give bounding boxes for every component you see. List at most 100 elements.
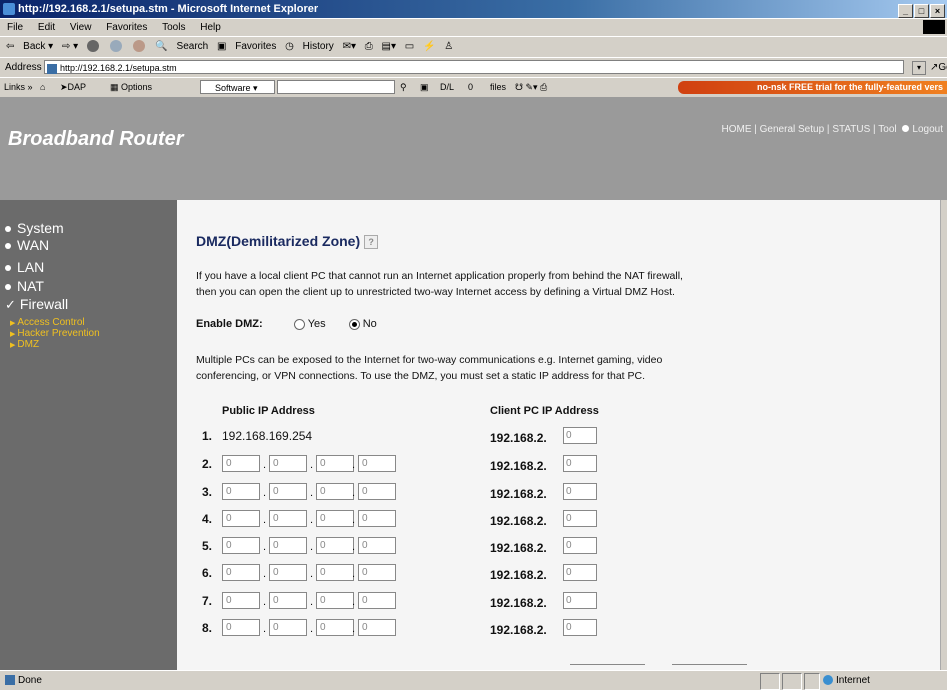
dap-button[interactable]: ➤DAP [60,78,86,97]
discuss-icon[interactable]: ▭ [405,41,414,52]
menu-edit[interactable]: Edit [38,22,55,33]
client-ip-input[interactable]: 0 [563,427,597,444]
nav-general-setup[interactable]: General Setup [760,124,825,135]
octet-separator: . [263,623,267,635]
nav-status[interactable]: STATUS [832,124,870,135]
home-icon[interactable] [132,40,145,53]
sidebar-item-system[interactable]: System [5,220,64,236]
public-ip-octet-input[interactable]: 0 [358,455,396,472]
sidebar-item-firewall[interactable]: ✓ Firewall [5,296,68,313]
nav-home[interactable]: HOME [722,124,752,135]
public-ip-octet-input[interactable]: 0 [358,592,396,609]
client-ip-input[interactable]: 0 [563,619,597,636]
menu-view[interactable]: View [70,22,92,33]
close-button[interactable]: × [930,4,945,18]
enable-dmz-label: Enable DMZ: [196,318,263,330]
bullet-icon [5,243,11,250]
menu-help[interactable]: Help [200,22,221,33]
public-ip-octet-input[interactable]: 0 [269,592,307,609]
public-ip-octet-input[interactable]: 0 [358,619,396,636]
public-ip-octet-input[interactable]: 0 [316,619,354,636]
refresh-icon[interactable] [109,40,122,53]
public-ip-octet-input[interactable]: 0 [222,510,260,527]
search-button[interactable]: 🔍 Search [155,41,208,52]
public-ip-octet-input[interactable]: 0 [269,483,307,500]
enable-no-option[interactable]: No [345,318,377,330]
nav-tool[interactable]: Tool [878,124,896,135]
search-icon[interactable]: ⚲ [400,78,407,97]
public-ip-octet-input[interactable]: 0 [316,537,354,554]
sidebar-item-nat[interactable]: NAT [5,278,44,294]
help-icon[interactable]: ? [364,235,379,250]
no-radio[interactable] [348,318,360,330]
favorites-button[interactable]: ▣ Favorites [217,41,276,52]
stop-icon[interactable] [86,40,99,53]
sidebar: System WAN LAN NAT ✓ Firewall ▶ Access Con… [0,200,177,670]
sidebar-label: LAN [17,259,45,275]
history-button[interactable]: ◷ History [285,41,334,52]
sidebar-item-lan[interactable]: LAN [5,259,44,275]
print-icon[interactable]: ⎙ [365,41,373,52]
client-ip-input[interactable]: 0 [563,537,597,554]
promo-banner[interactable]: no-nsk FREE trial for the fully-featured… [678,81,947,94]
client-ip-prefix: 192.168.2. [490,623,547,637]
menu-file[interactable]: File [7,22,23,33]
public-ip-octet-input[interactable]: 0 [358,483,396,500]
public-ip-octet-input[interactable]: 0 [316,564,354,581]
public-ip-octet-input[interactable]: 0 [316,455,354,472]
sidebar-label: System [17,220,64,236]
public-ip-octet-input[interactable]: 0 [222,455,260,472]
client-ip-input[interactable]: 0 [563,510,597,527]
sidebar-sub-access-control[interactable]: ▶ Access Control [10,317,85,328]
public-ip-octet-input[interactable]: 0 [316,483,354,500]
client-ip-input[interactable]: 0 [563,592,597,609]
client-ip-input[interactable]: 0 [563,455,597,472]
client-ip-input[interactable]: 0 [563,564,597,581]
public-ip-octet-input[interactable]: 0 [358,564,396,581]
maximize-button[interactable]: □ [914,4,929,18]
public-ip-octet-input[interactable]: 0 [269,619,307,636]
options-button[interactable]: ▦ Options [110,78,152,97]
dap-search-input[interactable] [277,80,395,94]
dap-icon[interactable]: ▣ [420,78,429,97]
sidebar-sub-hacker-prevention[interactable]: ▶ Hacker Prevention [10,328,100,339]
client-ip-input[interactable]: 0 [563,483,597,500]
go-button[interactable]: ↗Go [930,58,947,77]
address-input[interactable]: http://192.168.2.1/setupa.stm [44,60,904,74]
mail-icon[interactable]: ✉▾ [343,41,356,52]
yes-radio[interactable] [293,318,305,330]
public-ip-octet-input[interactable]: 0 [269,455,307,472]
public-ip-octet-input[interactable]: 0 [222,483,260,500]
tools-icon[interactable]: ☋ ✎▾ ⎙ [515,78,547,97]
messenger-icon[interactable]: ⚡ [423,41,435,52]
software-select[interactable]: Software ▾ [200,80,275,94]
menu-favorites[interactable]: Favorites [106,22,147,33]
scrollbar[interactable] [940,200,947,670]
links-label[interactable]: Links » [4,78,33,97]
public-ip-octet-input[interactable]: 0 [269,537,307,554]
public-ip-octet-input[interactable]: 0 [222,592,260,609]
sidebar-sub-dmz[interactable]: ▶ DMZ [10,339,39,350]
links-icon[interactable]: ⌂ [40,78,45,97]
public-ip-octet-input[interactable]: 0 [358,537,396,554]
octet-separator: . [263,568,267,580]
address-dropdown[interactable]: ▾ [912,61,926,75]
octet-separator: . [310,541,314,553]
sidebar-item-wan[interactable]: WAN [5,237,49,253]
public-ip-octet-input[interactable]: 0 [222,537,260,554]
public-ip-octet-input[interactable]: 0 [269,564,307,581]
forward-button[interactable]: ⇨ ▾ [62,41,78,52]
public-ip-octet-input[interactable]: 0 [358,510,396,527]
back-button[interactable]: ⇦ Back ▾ [6,41,53,52]
public-ip-octet-input[interactable]: 0 [222,564,260,581]
enable-yes-option[interactable]: Yes [290,318,326,330]
public-ip-octet-input[interactable]: 0 [316,592,354,609]
user-icon[interactable]: ♙ [444,41,453,52]
public-ip-octet-input[interactable]: 0 [316,510,354,527]
edit-icon[interactable]: ▤▾ [382,41,396,52]
menu-tools[interactable]: Tools [162,22,185,33]
public-ip-octet-input[interactable]: 0 [222,619,260,636]
nav-logout[interactable]: Logout [912,124,943,135]
minimize-button[interactable]: _ [898,4,913,18]
public-ip-octet-input[interactable]: 0 [269,510,307,527]
